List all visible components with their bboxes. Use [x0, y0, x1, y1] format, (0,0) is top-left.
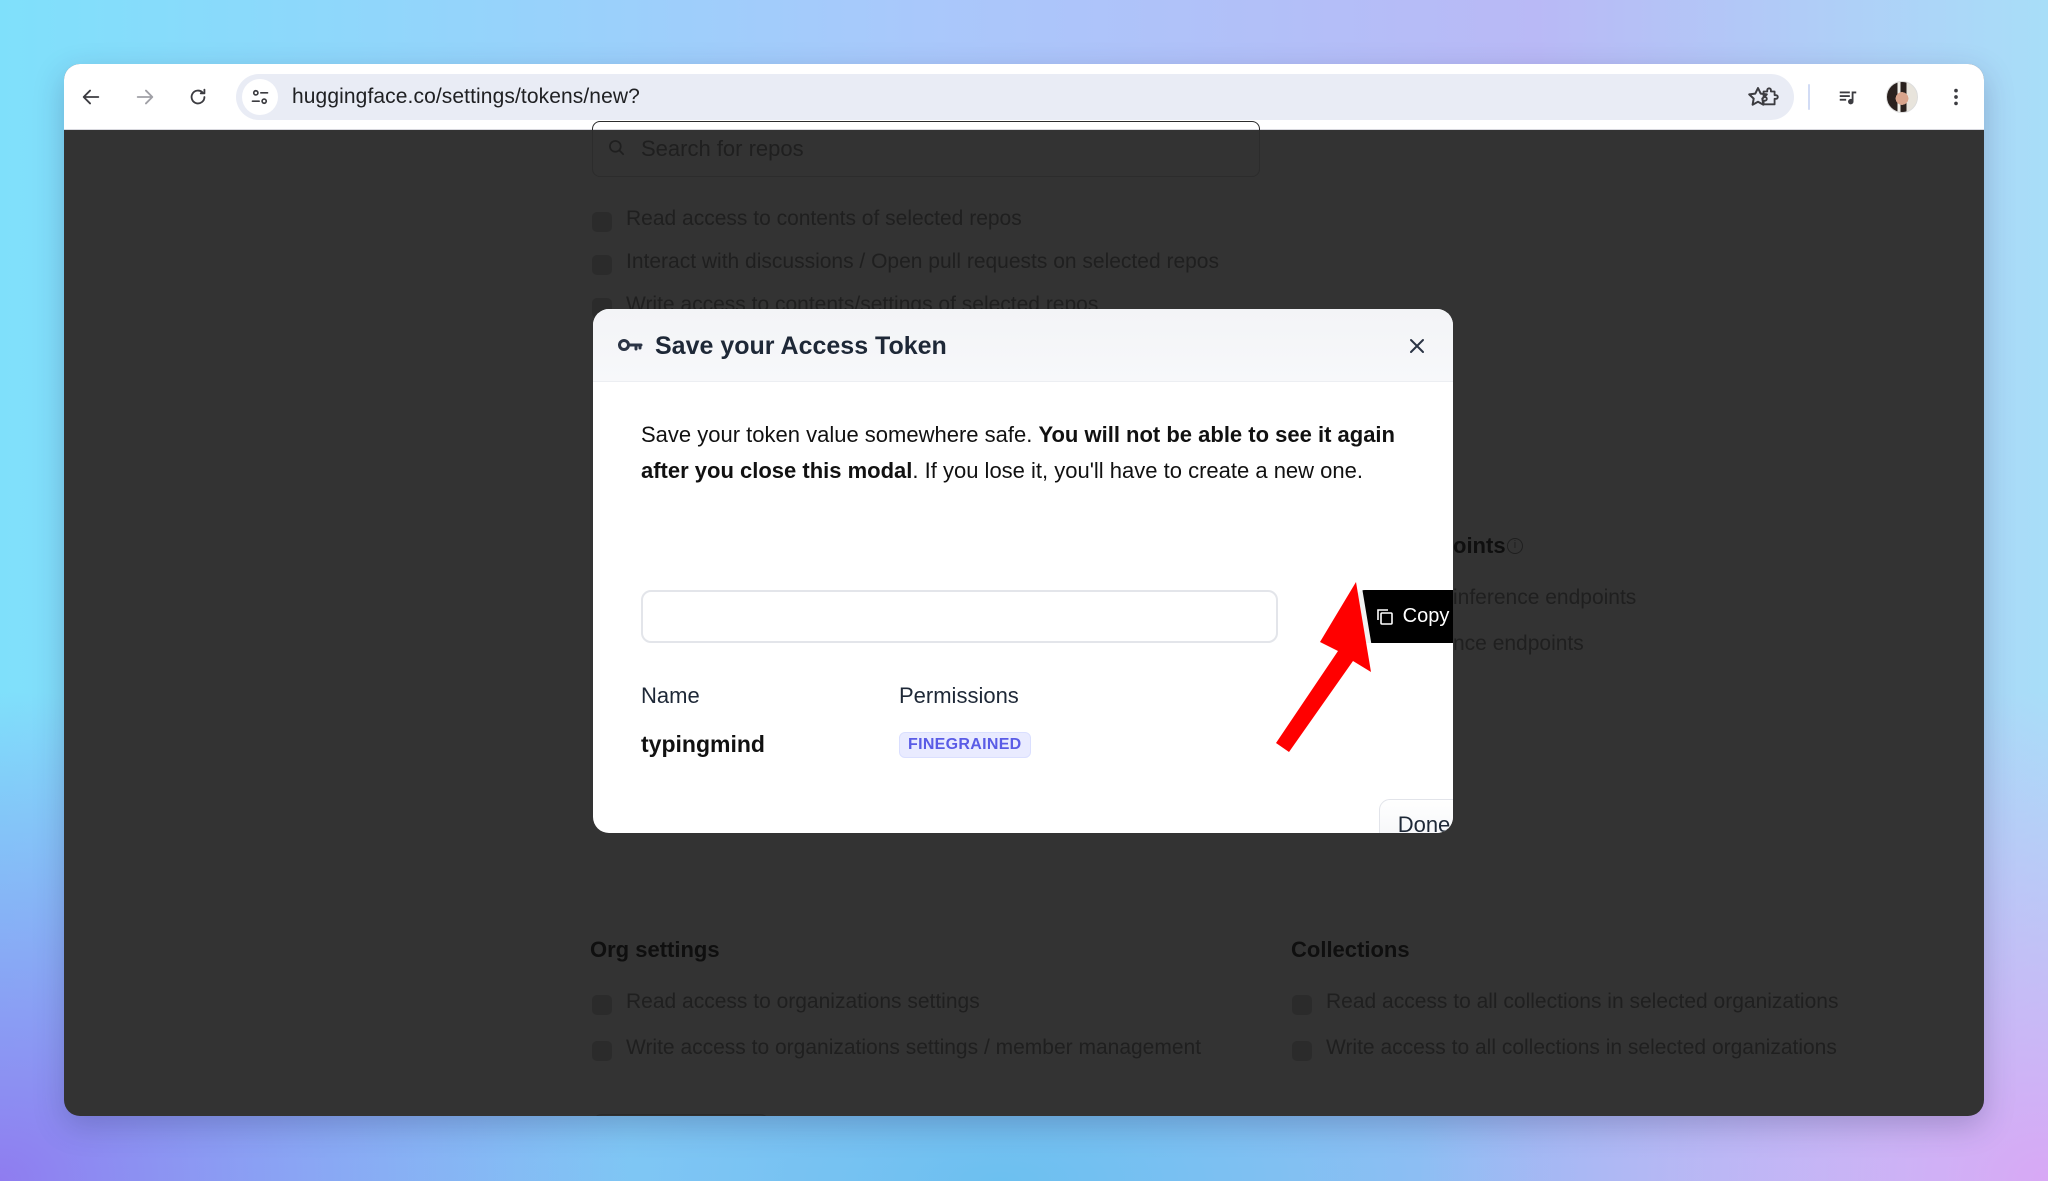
- extensions-button[interactable]: [1754, 81, 1786, 113]
- media-control-button[interactable]: [1832, 81, 1864, 113]
- permissions-label: Permissions: [899, 683, 1019, 708]
- inference-endpoints-heading: oints: [1453, 533, 1506, 558]
- close-icon: [1410, 339, 1424, 353]
- permission-label: Read access to contents of selected repo…: [626, 207, 1022, 230]
- arrow-left-icon: [82, 89, 100, 105]
- modal-description: Save your token value somewhere safe. Yo…: [641, 417, 1431, 489]
- org-settings-heading: Org settings: [590, 937, 720, 962]
- queue-music-icon: [1839, 91, 1857, 105]
- checkbox[interactable]: [592, 1041, 612, 1061]
- checkbox[interactable]: [1292, 1041, 1312, 1061]
- save-token-modal: Save your Access Token Save your token v…: [593, 309, 1453, 833]
- create-token-button[interactable]: Create token: [592, 1114, 770, 1116]
- permission-label: Write access to organizations settings /…: [626, 1036, 1202, 1059]
- modal-title: Save your Access Token: [655, 332, 947, 360]
- permission-label: nce endpoints: [1453, 632, 1584, 655]
- more-vert-icon: [1954, 88, 1958, 106]
- site-info-button[interactable]: [242, 79, 278, 115]
- checkbox[interactable]: [592, 212, 612, 232]
- repo-search-input[interactable]: Search for repos: [592, 121, 1260, 177]
- browser-menu-button[interactable]: [1940, 81, 1972, 113]
- tune-icon: [251, 89, 269, 105]
- copy-label: Copy: [1402, 605, 1450, 627]
- toolbar-separator: [1808, 84, 1810, 110]
- modal-header: Save your Access Token: [593, 309, 1453, 382]
- token-value-field[interactable]: [641, 590, 1278, 643]
- description-text: . If you lose it, you'll have to create …: [912, 458, 1363, 483]
- repo-search-placeholder: Search for repos: [641, 136, 804, 161]
- collections-heading: Collections: [1291, 937, 1410, 962]
- checkbox[interactable]: [592, 255, 612, 275]
- done-button[interactable]: Done: [1379, 799, 1453, 833]
- puzzle-icon: [1762, 87, 1779, 106]
- copy-icon: [1376, 608, 1393, 625]
- copy-button[interactable]: Copy: [1356, 590, 1453, 643]
- permission-label: Interact with discussions / Open pull re…: [626, 250, 1219, 273]
- back-button[interactable]: [75, 81, 107, 113]
- forward-button[interactable]: [129, 81, 161, 113]
- reload-icon: [190, 88, 206, 105]
- permission-label: inference endpoints: [1453, 586, 1637, 609]
- checkbox[interactable]: [1292, 995, 1312, 1015]
- token-name: typingmind: [641, 731, 765, 757]
- name-label: Name: [641, 683, 700, 708]
- search-icon: [607, 138, 627, 163]
- url-text[interactable]: huggingface.co/settings/tokens/new?: [292, 74, 640, 120]
- arrow-right-icon: [136, 89, 154, 105]
- profile-avatar[interactable]: [1886, 81, 1918, 113]
- info-icon[interactable]: i: [1507, 538, 1523, 554]
- close-modal-button[interactable]: [1403, 332, 1431, 360]
- address-bar[interactable]: huggingface.co/settings/tokens/new?: [236, 74, 1794, 120]
- browser-window: huggingface.co/settings/tokens/new? Sear…: [64, 64, 1984, 1116]
- description-text: Save your token value somewhere safe.: [641, 422, 1039, 447]
- permission-badge: FINEGRAINED: [899, 732, 1031, 758]
- permission-label: Write access to all collections in selec…: [1326, 1036, 1837, 1059]
- reload-button[interactable]: [182, 81, 214, 113]
- key-icon: [617, 335, 643, 360]
- permission-label: Read access to organizations settings: [626, 990, 980, 1013]
- url-host: huggingface.co: [292, 85, 436, 108]
- permission-label: Read access to all collections in select…: [1326, 990, 1839, 1013]
- checkbox[interactable]: [592, 995, 612, 1015]
- url-path: /settings/tokens/new?: [435, 85, 640, 108]
